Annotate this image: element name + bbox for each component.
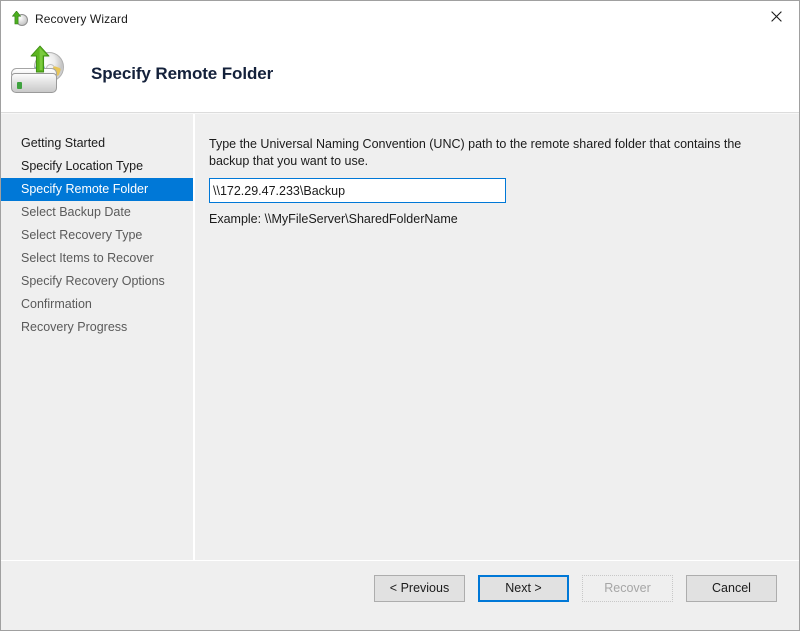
next-button[interactable]: Next > [478,575,569,602]
close-icon[interactable] [753,1,799,32]
unc-path-input[interactable] [209,178,506,203]
green-arrow-icon [12,11,21,25]
recovery-wizard-icon [12,11,28,27]
sidebar-item-recovery-progress[interactable]: Recovery Progress [1,316,193,339]
wizard-body: Getting Started Specify Location Type Sp… [1,113,799,560]
recover-button: Recover [582,575,673,602]
sidebar-item-specify-location-type[interactable]: Specify Location Type [1,155,193,178]
green-arrow-icon [30,45,50,73]
disk-recovery-icon [7,45,71,103]
page-header: Specify Remote Folder [1,36,799,113]
sidebar-item-select-recovery-type[interactable]: Select Recovery Type [1,224,193,247]
sidebar-item-specify-remote-folder[interactable]: Specify Remote Folder [1,178,193,201]
wizard-content-pane: Type the Universal Naming Convention (UN… [195,114,799,560]
wizard-steps-sidebar: Getting Started Specify Location Type Sp… [1,114,195,560]
window-title: Recovery Wizard [35,12,128,26]
sidebar-item-confirmation[interactable]: Confirmation [1,293,193,316]
sidebar-item-specify-recovery-options[interactable]: Specify Recovery Options [1,270,193,293]
cancel-button[interactable]: Cancel [686,575,777,602]
button-bar: < Previous Next > Recover Cancel [1,560,799,630]
sidebar-item-select-items-to-recover[interactable]: Select Items to Recover [1,247,193,270]
sidebar-item-getting-started[interactable]: Getting Started [1,132,193,155]
title-bar: Recovery Wizard [1,1,799,36]
example-text: Example: \\MyFileServer\SharedFolderName [209,212,775,226]
recovery-wizard-window: Recovery Wizard Specify Remote Folder Ge… [0,0,800,631]
page-title: Specify Remote Folder [91,64,273,84]
previous-button[interactable]: < Previous [374,575,465,602]
sidebar-item-select-backup-date[interactable]: Select Backup Date [1,201,193,224]
instruction-text: Type the Universal Naming Convention (UN… [209,136,765,170]
